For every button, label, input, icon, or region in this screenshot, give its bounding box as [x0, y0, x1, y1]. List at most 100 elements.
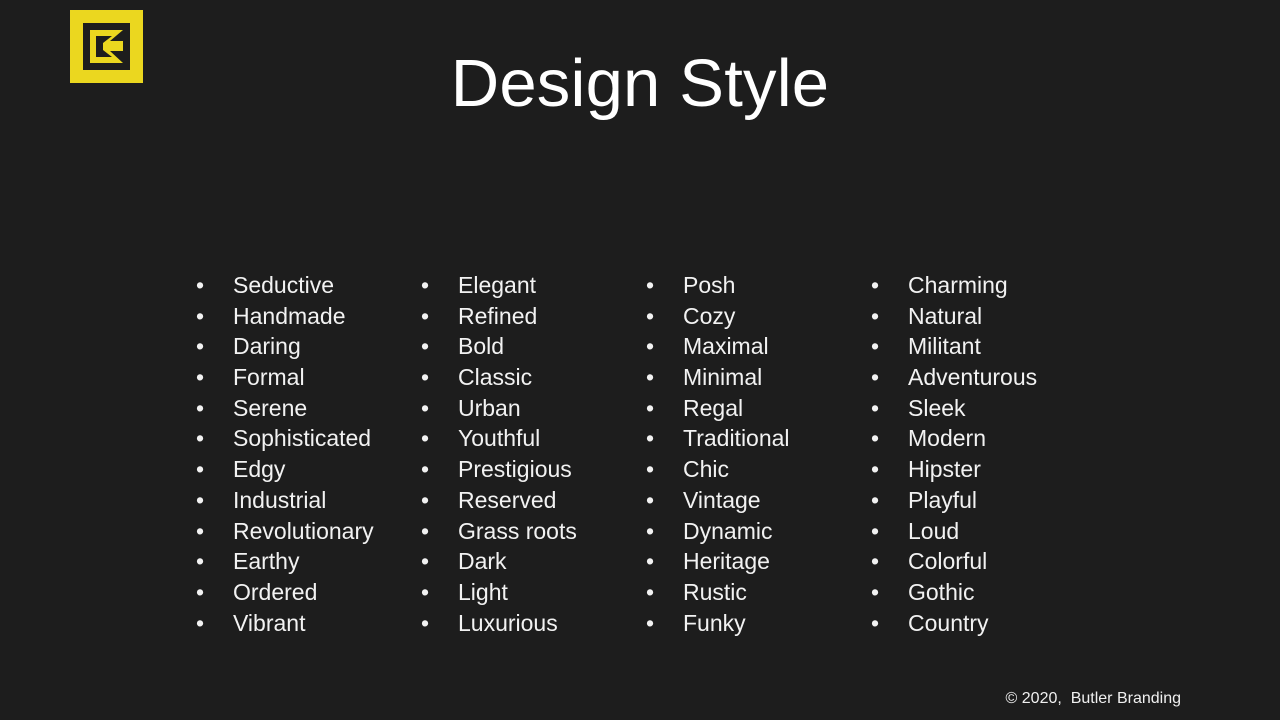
bullet-icon: • — [871, 578, 880, 605]
bullet-icon: • — [871, 302, 880, 329]
list-item-label: Industrial — [233, 486, 327, 513]
list-item: • Natural — [871, 301, 1106, 332]
bullet-icon: • — [421, 456, 430, 483]
bullet-icon: • — [646, 272, 655, 298]
bullet-icon: • — [871, 333, 880, 360]
list-item-label: Posh — [683, 272, 736, 298]
list-item-label: Regal — [683, 394, 744, 421]
bullet-icon: • — [196, 302, 205, 329]
list-item-label: Formal — [233, 364, 305, 391]
list-item: • Grass roots — [421, 516, 646, 547]
list-item-label: Sleek — [908, 394, 966, 421]
bullet-icon: • — [421, 578, 430, 605]
list-column-1: • Seductive • Handmade • Daring • Formal • Se… — [196, 270, 421, 638]
list-item: • Playful — [871, 485, 1106, 516]
bullet-icon: • — [196, 548, 205, 575]
list-item: • Vibrant — [196, 608, 421, 639]
list-item-label: Charming — [908, 272, 1008, 298]
bullet-icon: • — [646, 578, 655, 605]
slide: Design Style • Seductive • Handmade • Darin… — [0, 0, 1280, 720]
list-item-label: Dark — [458, 548, 507, 575]
list-item: • Country — [871, 608, 1106, 639]
bullet-icon: • — [646, 548, 655, 575]
list-item: • Charming — [871, 270, 1106, 301]
bullet-icon: • — [196, 456, 205, 483]
copyright-footer: © 2020, Butler Branding — [1005, 690, 1181, 707]
bullet-icon: • — [421, 548, 430, 575]
bullet-icon: • — [196, 364, 205, 391]
list-item-label: Gothic — [908, 578, 975, 605]
list-item-label: Handmade — [233, 302, 346, 329]
list-item: • Vintage — [646, 485, 871, 516]
list-item-label: Prestigious — [458, 456, 572, 483]
bullet-icon: • — [871, 486, 880, 513]
bullet-icon: • — [196, 394, 205, 421]
list-item-label: Dynamic — [683, 517, 773, 544]
bullet-icon: • — [871, 517, 880, 544]
list-item-label: Seductive — [233, 272, 335, 298]
list-item-label: Chic — [683, 456, 730, 483]
design-style-column-4: • Charming • Natural • Militant • Adventurou… — [871, 270, 1106, 638]
list-item-label: Daring — [233, 333, 301, 360]
list-item: • Serene — [196, 393, 421, 424]
bullet-icon: • — [871, 548, 880, 575]
bullet-icon: • — [421, 609, 430, 636]
bullet-icon: • — [421, 394, 430, 421]
list-item-label: Maximal — [683, 333, 769, 360]
list-item: • Seductive — [196, 270, 421, 301]
list-item: • Industrial — [196, 485, 421, 516]
list-item-label: Revolutionary — [233, 517, 374, 544]
bullet-icon: • — [646, 302, 655, 329]
list-item: • Prestigious — [421, 454, 646, 485]
bullet-icon: • — [421, 272, 430, 298]
list-item: • Militant — [871, 331, 1106, 362]
list-column-2: • Elegant • Refined • Bold • Classic • Urban … — [421, 270, 646, 638]
list-column-3: • Posh • Cozy • Maximal • Minimal • Regal • Tr… — [646, 270, 871, 638]
bullet-icon: • — [871, 456, 880, 483]
bullet-icon: • — [421, 425, 430, 452]
list-item: • Luxurious — [421, 608, 646, 639]
list-item: • Earthy — [196, 546, 421, 577]
list-item-label: Bold — [458, 333, 505, 360]
list-item-label: Heritage — [683, 548, 770, 575]
list-item-label: Loud — [908, 517, 960, 544]
list-item: • Gothic — [871, 577, 1106, 608]
list-item: • Bold — [421, 331, 646, 362]
list-item: • Adventurous — [871, 362, 1106, 393]
list-item: • Youthful — [421, 423, 646, 454]
bullet-icon: • — [196, 486, 205, 513]
list-item-label: Sophisticated — [233, 425, 372, 452]
list-item-label: Cozy — [683, 302, 736, 329]
list-item: • Hipster — [871, 454, 1106, 485]
list-item-label: Light — [458, 578, 508, 605]
list-column-4: • Charming • Natural • Militant • Adventurou… — [871, 270, 1106, 638]
list-item-label: Serene — [233, 394, 308, 421]
list-item-label: Elegant — [458, 272, 537, 298]
list-item: • Posh — [646, 270, 871, 301]
bullet-icon: • — [421, 517, 430, 544]
list-item: • Funky — [646, 608, 871, 639]
list-item-label: Funky — [683, 609, 746, 636]
bullet-icon: • — [421, 364, 430, 391]
list-item-label: Earthy — [233, 548, 300, 575]
list-item: • Elegant — [421, 270, 646, 301]
bullet-icon: • — [196, 333, 205, 360]
bullet-icon: • — [196, 517, 205, 544]
list-item: • Heritage — [646, 546, 871, 577]
list-item: • Urban — [421, 393, 646, 424]
bullet-icon: • — [646, 517, 655, 544]
list-item: • Sophisticated — [196, 423, 421, 454]
bullet-icon: • — [871, 394, 880, 421]
list-item: • Chic — [646, 454, 871, 485]
list-item: • Formal — [196, 362, 421, 393]
page-title: Design Style — [450, 46, 830, 121]
list-item: • Ordered — [196, 577, 421, 608]
list-item: • Daring — [196, 331, 421, 362]
bullet-icon: • — [196, 578, 205, 605]
list-item: • Traditional — [646, 423, 871, 454]
list-item-label: Vintage — [683, 486, 761, 513]
list-item-label: Classic — [458, 364, 533, 391]
list-item: • Dynamic — [646, 516, 871, 547]
list-item-label: Urban — [458, 394, 521, 421]
list-item-label: Reserved — [458, 486, 557, 513]
